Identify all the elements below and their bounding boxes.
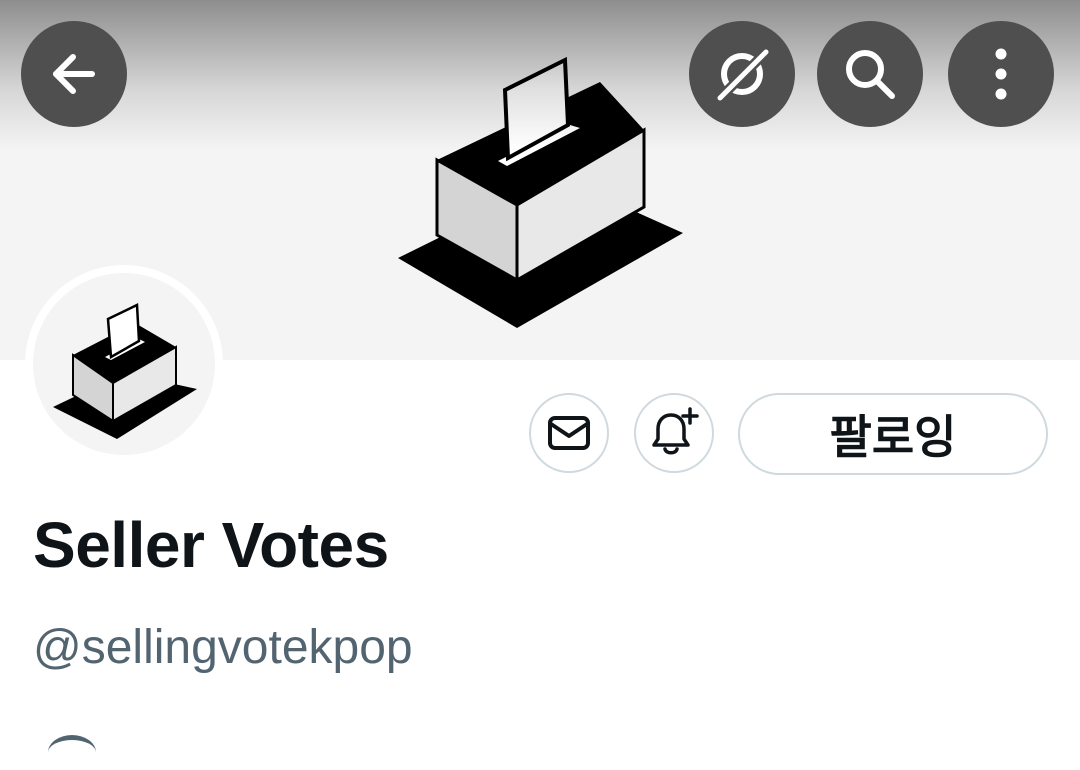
ballot-box-avatar-image: [53, 303, 197, 439]
search-button[interactable]: [817, 21, 923, 127]
back-button[interactable]: [21, 21, 127, 127]
arrow-left-icon: [53, 54, 95, 94]
grok-button[interactable]: [689, 21, 795, 127]
more-options-button[interactable]: [948, 21, 1054, 127]
avatar[interactable]: [25, 265, 223, 463]
notifications-button[interactable]: [634, 393, 714, 473]
bell-plus-icon: [652, 407, 699, 455]
message-button[interactable]: [529, 393, 609, 473]
search-icon: [846, 50, 895, 99]
partial-icon: [48, 735, 96, 770]
envelope-icon: [548, 416, 590, 450]
user-handle: @sellingvotekpop: [33, 621, 413, 674]
following-button[interactable]: 팔로잉: [738, 393, 1048, 475]
display-name: Seller Votes: [33, 509, 389, 581]
grok-logo-icon: [714, 46, 772, 104]
avatar-image: [33, 273, 215, 455]
more-vertical-icon: [995, 48, 1007, 100]
